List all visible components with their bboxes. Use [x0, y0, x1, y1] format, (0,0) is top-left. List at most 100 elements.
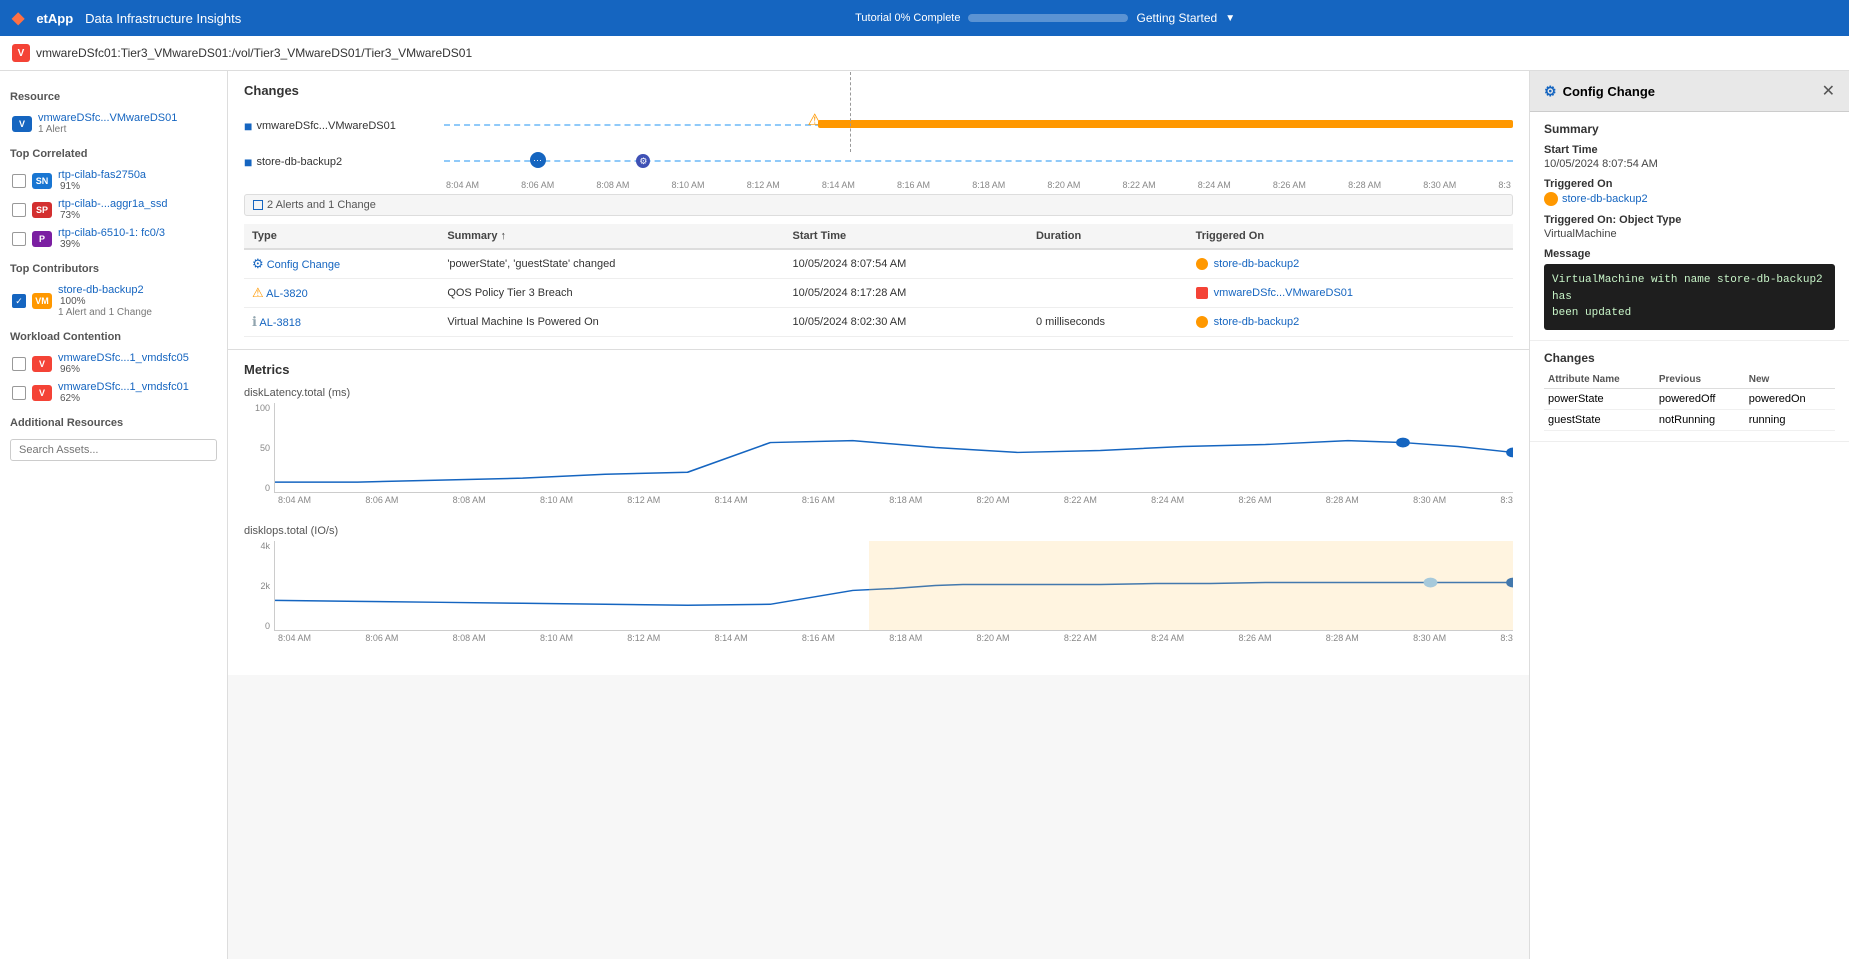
- alert-icon-1: ⚠: [252, 285, 264, 300]
- workload-pct-1: 62%: [60, 393, 189, 404]
- config-icon: ⚙: [252, 256, 264, 271]
- correlated-badge-0: SN: [32, 173, 52, 189]
- xl2-3: 8:10 AM: [540, 633, 573, 643]
- workload-item-1[interactable]: V vmwareDSfc...1_vmdsfc01 62%: [10, 378, 217, 407]
- triggered-link-2[interactable]: store-db-backup2: [1214, 316, 1300, 328]
- workload-contention-title: Workload Contention: [10, 331, 217, 343]
- workload-cb-1[interactable]: [12, 386, 26, 400]
- timeline-area: ■ vmwareDSfc...VMwareDS01 ⚠: [244, 108, 1513, 194]
- workload-label-1: vmwareDSfc...1_vmdsfc01: [58, 381, 189, 393]
- correlated-cb-1[interactable]: [12, 203, 26, 217]
- col-type[interactable]: Type: [244, 224, 439, 249]
- contributor-cb-0[interactable]: [12, 294, 26, 308]
- tutorial-progress-bar: [968, 14, 1128, 22]
- panel-summary-section: Summary Start Time 10/05/2024 8:07:54 AM…: [1530, 112, 1849, 341]
- col-duration[interactable]: Duration: [1028, 224, 1188, 249]
- getting-started-button[interactable]: Getting Started: [1136, 11, 1217, 25]
- message-text: VirtualMachine with name store-db-backup…: [1552, 274, 1823, 319]
- brand-logo-text: etApp: [36, 11, 73, 26]
- triggered-link-0[interactable]: store-db-backup2: [1214, 258, 1300, 270]
- changes-table: Type Summary ↑ Start Time Duration Trigg…: [244, 224, 1513, 337]
- vertical-marker: [850, 72, 851, 152]
- message-label: Message: [1544, 248, 1835, 260]
- resource-badge: V: [12, 116, 32, 132]
- col-summary[interactable]: Summary ↑: [439, 224, 784, 249]
- panel-title: ⚙ Config Change: [1544, 83, 1655, 100]
- xl2-12: 8:28 AM: [1326, 633, 1359, 643]
- metrics-section: Metrics diskLatency.total (ms) 100 50 0: [228, 350, 1529, 675]
- triggered-on-row: store-db-backup2: [1544, 192, 1835, 206]
- triggered-badge-0: [1196, 258, 1208, 270]
- y-min-1: 0: [265, 621, 270, 631]
- time-label-13: 8:30 AM: [1423, 180, 1456, 190]
- col-start-time[interactable]: Start Time: [785, 224, 1028, 249]
- type-link-0[interactable]: Config Change: [267, 259, 340, 271]
- new-1: running: [1745, 409, 1835, 430]
- xl-9: 8:22 AM: [1064, 495, 1097, 505]
- correlated-pct-1: 73%: [60, 210, 167, 221]
- workload-cb-0[interactable]: [12, 357, 26, 371]
- row-duration-1: [1028, 279, 1188, 308]
- close-panel-button[interactable]: ✕: [1822, 81, 1835, 101]
- changes-header-row: Attribute Name Previous New: [1544, 371, 1835, 389]
- attr-0: powerState: [1544, 388, 1655, 409]
- panel-title-text: Config Change: [1563, 84, 1655, 99]
- disk-iops-chart: disklops.total (IO/s) 4k 2k 0: [244, 525, 1513, 643]
- correlated-item-2[interactable]: P rtp-cilab-6510-1: fc0/3 39%: [10, 224, 217, 253]
- xl-2: 8:08 AM: [453, 495, 486, 505]
- time-label-2: 8:08 AM: [596, 180, 629, 190]
- triggered-on-value[interactable]: store-db-backup2: [1562, 193, 1648, 205]
- contributor-badge-0: VM: [32, 293, 52, 309]
- row-summary-1: QOS Policy Tier 3 Breach: [439, 279, 784, 308]
- col-triggered[interactable]: Triggered On: [1188, 224, 1513, 249]
- xl2-7: 8:18 AM: [889, 633, 922, 643]
- row-start-1: 10/05/2024 8:17:28 AM: [785, 279, 1028, 308]
- contributor-sub-0: 1 Alert and 1 Change: [58, 307, 152, 318]
- xl2-14: 8:3: [1500, 633, 1513, 643]
- xl2-5: 8:14 AM: [715, 633, 748, 643]
- timeline-row-0: ■ vmwareDSfc...VMwareDS01 ⚠: [244, 108, 1513, 144]
- top-correlated-title: Top Correlated: [10, 148, 217, 160]
- config-change-icon: ⚙: [1544, 83, 1557, 100]
- time-label-5: 8:14 AM: [822, 180, 855, 190]
- contributor-item-0[interactable]: VM store-db-backup2 100% 1 Alert and 1 C…: [10, 281, 217, 321]
- changes-row-1: guestState notRunning running: [1544, 409, 1835, 430]
- search-assets-input[interactable]: [10, 439, 217, 461]
- object-type-label: Triggered On: Object Type: [1544, 214, 1835, 226]
- triggered-link-1[interactable]: vmwareDSfc...VMwareDS01: [1214, 287, 1353, 299]
- correlated-item-0[interactable]: SN rtp-cilab-fas2750a 91%: [10, 166, 217, 195]
- y-max-1: 4k: [260, 541, 270, 551]
- y-min-0: 0: [265, 483, 270, 493]
- correlated-cb-0[interactable]: [12, 174, 26, 188]
- alert-count-bar: 2 Alerts and 1 Change: [244, 194, 1513, 216]
- panel-summary-title: Summary: [1544, 122, 1835, 136]
- getting-started-chevron[interactable]: ▼: [1225, 13, 1235, 24]
- workload-item-0[interactable]: V vmwareDSfc...1_vmdsfc05 96%: [10, 349, 217, 378]
- resource-name: vmwareDSfc...VMwareDS01: [38, 112, 177, 124]
- xl2-0: 8:04 AM: [278, 633, 311, 643]
- table-header-row: Type Summary ↑ Start Time Duration Trigg…: [244, 224, 1513, 249]
- orange-bar-0: [818, 120, 1513, 128]
- correlated-pct-2: 39%: [60, 239, 165, 250]
- xl-5: 8:14 AM: [715, 495, 748, 505]
- xl-8: 8:20 AM: [977, 495, 1010, 505]
- workload-label-0: vmwareDSfc...1_vmdsfc05: [58, 352, 189, 364]
- xl2-11: 8:26 AM: [1238, 633, 1271, 643]
- info-icon-2: ℹ: [252, 314, 257, 329]
- time-label-6: 8:16 AM: [897, 180, 930, 190]
- type-link-1[interactable]: AL-3820: [266, 288, 308, 300]
- time-label-9: 8:22 AM: [1123, 180, 1156, 190]
- correlated-cb-2[interactable]: [12, 232, 26, 246]
- ch-attr: Attribute Name: [1544, 371, 1655, 389]
- correlated-item-1[interactable]: SP rtp-cilab-...aggr1a_ssd 73%: [10, 195, 217, 224]
- main-layout: Resource V vmwareDSfc...VMwareDS01 1 Ale…: [0, 71, 1849, 959]
- top-contributors-title: Top Contributors: [10, 263, 217, 275]
- chart-svg-area-1: [274, 541, 1513, 631]
- resource-item[interactable]: V vmwareDSfc...VMwareDS01 1 Alert: [10, 109, 217, 138]
- correlated-badge-2: P: [32, 231, 52, 247]
- row-type-2: ℹ AL-3818: [244, 308, 439, 337]
- type-link-2[interactable]: AL-3818: [259, 317, 301, 329]
- additional-resources-title: Additional Resources: [10, 417, 217, 429]
- triggered-badge-2: [1196, 316, 1208, 328]
- latency-svg: [275, 403, 1513, 492]
